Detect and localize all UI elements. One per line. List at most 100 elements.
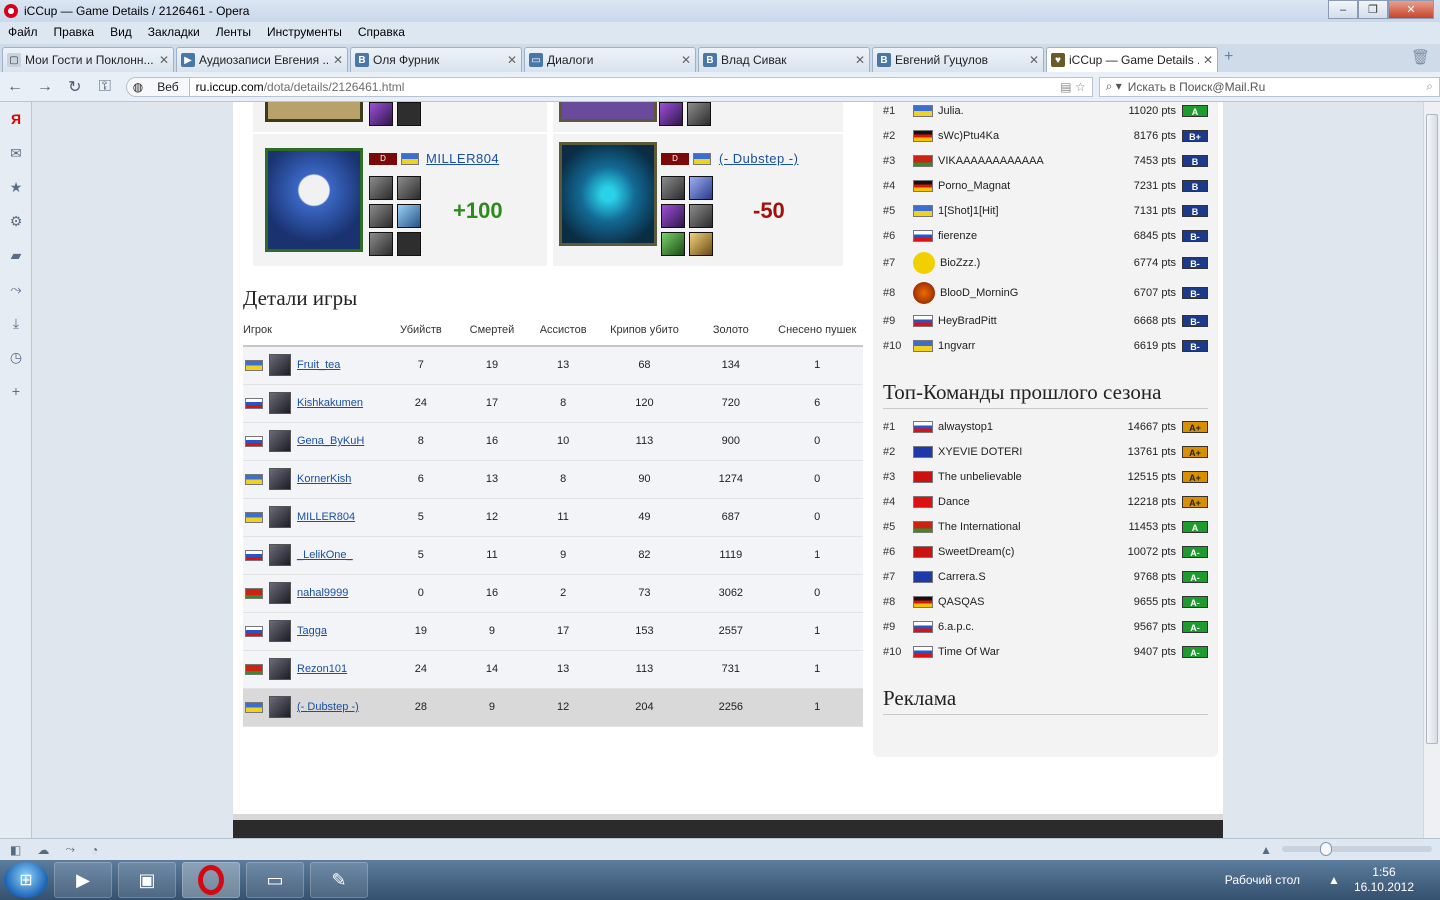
url-input[interactable]: ru.iccup.com /dota/details/2126461.html … (189, 76, 1093, 97)
player-link[interactable]: nahal9999 (297, 587, 348, 599)
player-link[interactable]: _LelikOne_ (297, 549, 353, 561)
menu-tools[interactable]: Инструменты (267, 25, 342, 39)
downloads-icon[interactable]: ⤓ (0, 306, 32, 340)
new-tab-icon[interactable]: + (1224, 48, 1233, 66)
tab-olya[interactable]: B Оля Фурник ✕ (350, 47, 522, 72)
close-icon[interactable]: ✕ (1203, 53, 1213, 67)
rank-name[interactable]: BlooD_MorninG (940, 287, 1116, 299)
tab-iccup[interactable]: ♥ iCCup — Game Details ... ✕ (1046, 47, 1218, 72)
zoom-slider[interactable] (1282, 842, 1432, 856)
rank-name[interactable]: HeyBradPitt (938, 315, 1116, 327)
rank-name[interactable]: The International (938, 521, 1116, 533)
rank-name[interactable]: Time Of War (938, 646, 1116, 658)
rank-name[interactable]: 1[Shot]1[Hit] (938, 205, 1116, 217)
unite-icon[interactable]: ⤳ (65, 842, 75, 857)
search-input[interactable]: ⌕ ▾ Искать в Поиск@Mail.Ru ⌕ (1098, 76, 1440, 97)
rank-name[interactable]: QASQAS (938, 596, 1116, 608)
panel-toggle-icon[interactable]: ◧ (10, 843, 21, 857)
menu-file[interactable]: Файл (8, 25, 38, 39)
rank-name[interactable]: Carrera.S (938, 571, 1116, 583)
player-link[interactable]: (- Dubstep -) (719, 151, 798, 166)
desktop-label[interactable]: Рабочий стол (1225, 873, 1300, 887)
page-scrollbar[interactable] (1423, 102, 1440, 838)
key-icon[interactable]: ⚿ (90, 78, 120, 96)
tab-dialogs[interactable]: ▭ Диалоги ✕ (524, 47, 696, 72)
player-link[interactable]: Rezon101 (297, 663, 347, 675)
rank-name[interactable]: SweetDream(c) (938, 546, 1116, 558)
gold-cell: 687 (690, 498, 772, 537)
yandex-icon[interactable]: Я (0, 102, 32, 136)
minimize-button[interactable]: – (1328, 0, 1358, 19)
rank-name[interactable]: XYEVIE DOTERI (938, 446, 1116, 458)
tab-evgeniy[interactable]: B Евгений Гуцулов ✕ (872, 47, 1044, 72)
rank-name[interactable]: VIKAAAAAAAAAAAA (938, 155, 1116, 167)
menu-help[interactable]: Справка (358, 25, 405, 39)
player-link[interactable]: Kishkakumen (297, 397, 363, 409)
rank-name[interactable]: alwaystop1 (938, 421, 1116, 433)
rank-name[interactable]: sWc)Ptu4Ka (938, 130, 1116, 142)
close-icon[interactable]: ✕ (855, 53, 865, 67)
reload-icon[interactable]: ↻ (60, 77, 90, 97)
rank-badge: B (1182, 154, 1208, 167)
rank-name[interactable]: 1ngvarr (938, 340, 1116, 352)
menu-feeds[interactable]: Ленты (216, 25, 251, 39)
close-icon[interactable]: ✕ (681, 53, 691, 67)
tab-vlad[interactable]: B Влад Сивак ✕ (698, 47, 870, 72)
player-link[interactable]: KornerKish (297, 473, 351, 485)
page-icon: ▢ (7, 53, 21, 67)
rank-name[interactable]: 6.a.p.c. (938, 621, 1116, 633)
player-link[interactable]: Tagga (297, 625, 327, 637)
player-link[interactable]: Gena_ByKuH (297, 435, 364, 447)
rank-name[interactable]: BioZzz.) (940, 257, 1116, 269)
menu-edit[interactable]: Правка (54, 25, 95, 39)
rank-name[interactable]: The unbelievable (938, 471, 1116, 483)
mail-icon[interactable]: ✉ (0, 136, 32, 170)
close-icon[interactable]: ✕ (507, 53, 517, 67)
notes-icon[interactable]: ▰ (0, 238, 32, 272)
rank-name[interactable]: Dance (938, 496, 1116, 508)
player-link[interactable]: MILLER804 (426, 151, 499, 166)
clock[interactable]: 1:56 16.10.2012 (1354, 865, 1414, 895)
menu-view[interactable]: Вид (110, 25, 132, 39)
rank-name[interactable]: Porno_Magnat (938, 180, 1116, 192)
close-window-button[interactable]: ✕ (1388, 0, 1434, 19)
rank-name[interactable]: Julia. (938, 105, 1116, 117)
player-link[interactable]: Fruit_tea (297, 359, 340, 371)
maximize-button[interactable]: ❐ (1358, 0, 1388, 19)
start-button[interactable]: ⊞ (4, 862, 48, 898)
taskbar-monitor-icon[interactable]: ▭ (246, 862, 304, 898)
table-row: (- Dubstep -) 28 9 12 204 2256 1 (243, 688, 863, 727)
close-icon[interactable]: ✕ (159, 53, 169, 67)
bookmarks-star-icon[interactable]: ★ (0, 170, 32, 204)
taskbar-media-player-icon[interactable]: ▶ (54, 862, 112, 898)
back-arrow-icon[interactable]: ← (0, 78, 30, 96)
zoom-arrow-icon[interactable]: ▲ (1260, 843, 1272, 857)
player-link[interactable]: (- Dubstep -) (297, 701, 359, 713)
history-clock-icon[interactable]: ◷ (0, 340, 32, 374)
tray-arrow-icon[interactable]: ▲ (1328, 873, 1340, 887)
menu-bookmarks[interactable]: Закладки (148, 25, 200, 39)
tab-guests[interactable]: ▢ Мои Гости и Поклонн... ✕ (2, 47, 174, 72)
bookmark-star-icon[interactable]: ▤ ☆ (1060, 80, 1085, 94)
rank-badge: A (1182, 520, 1208, 533)
close-icon[interactable]: ✕ (333, 53, 343, 67)
settings-gear-icon[interactable]: ⚙ (0, 204, 32, 238)
tab-audio[interactable]: ▶ Аудиозаписи Евгения ... ✕ (176, 47, 348, 72)
rank-name[interactable]: fierenze (938, 230, 1116, 242)
close-icon[interactable]: ✕ (1029, 53, 1039, 67)
share-icon[interactable]: ⤳ (0, 272, 32, 306)
taskbar-explorer-icon[interactable]: ▣ (118, 862, 176, 898)
search-go-icon[interactable]: ⌕ (1426, 79, 1433, 94)
forward-arrow-icon[interactable]: → (30, 78, 60, 96)
trash-icon[interactable]: 🗑 (1411, 48, 1430, 66)
add-panel-icon[interactable]: + (0, 374, 32, 408)
player-link[interactable]: MILLER804 (297, 511, 355, 523)
taskbar-paint-icon[interactable]: ✎ (310, 862, 368, 898)
taskbar-opera-icon[interactable] (182, 862, 240, 898)
scrollbar-thumb[interactable] (1426, 114, 1438, 744)
speed-dial-icon[interactable]: ◔ (91, 843, 98, 857)
vk-icon: B (355, 53, 369, 67)
zoom-slider-knob[interactable] (1320, 842, 1332, 856)
turbo-cloud-icon[interactable]: ☁ (37, 843, 49, 857)
web-button[interactable]: ◍ Веб (125, 76, 190, 97)
